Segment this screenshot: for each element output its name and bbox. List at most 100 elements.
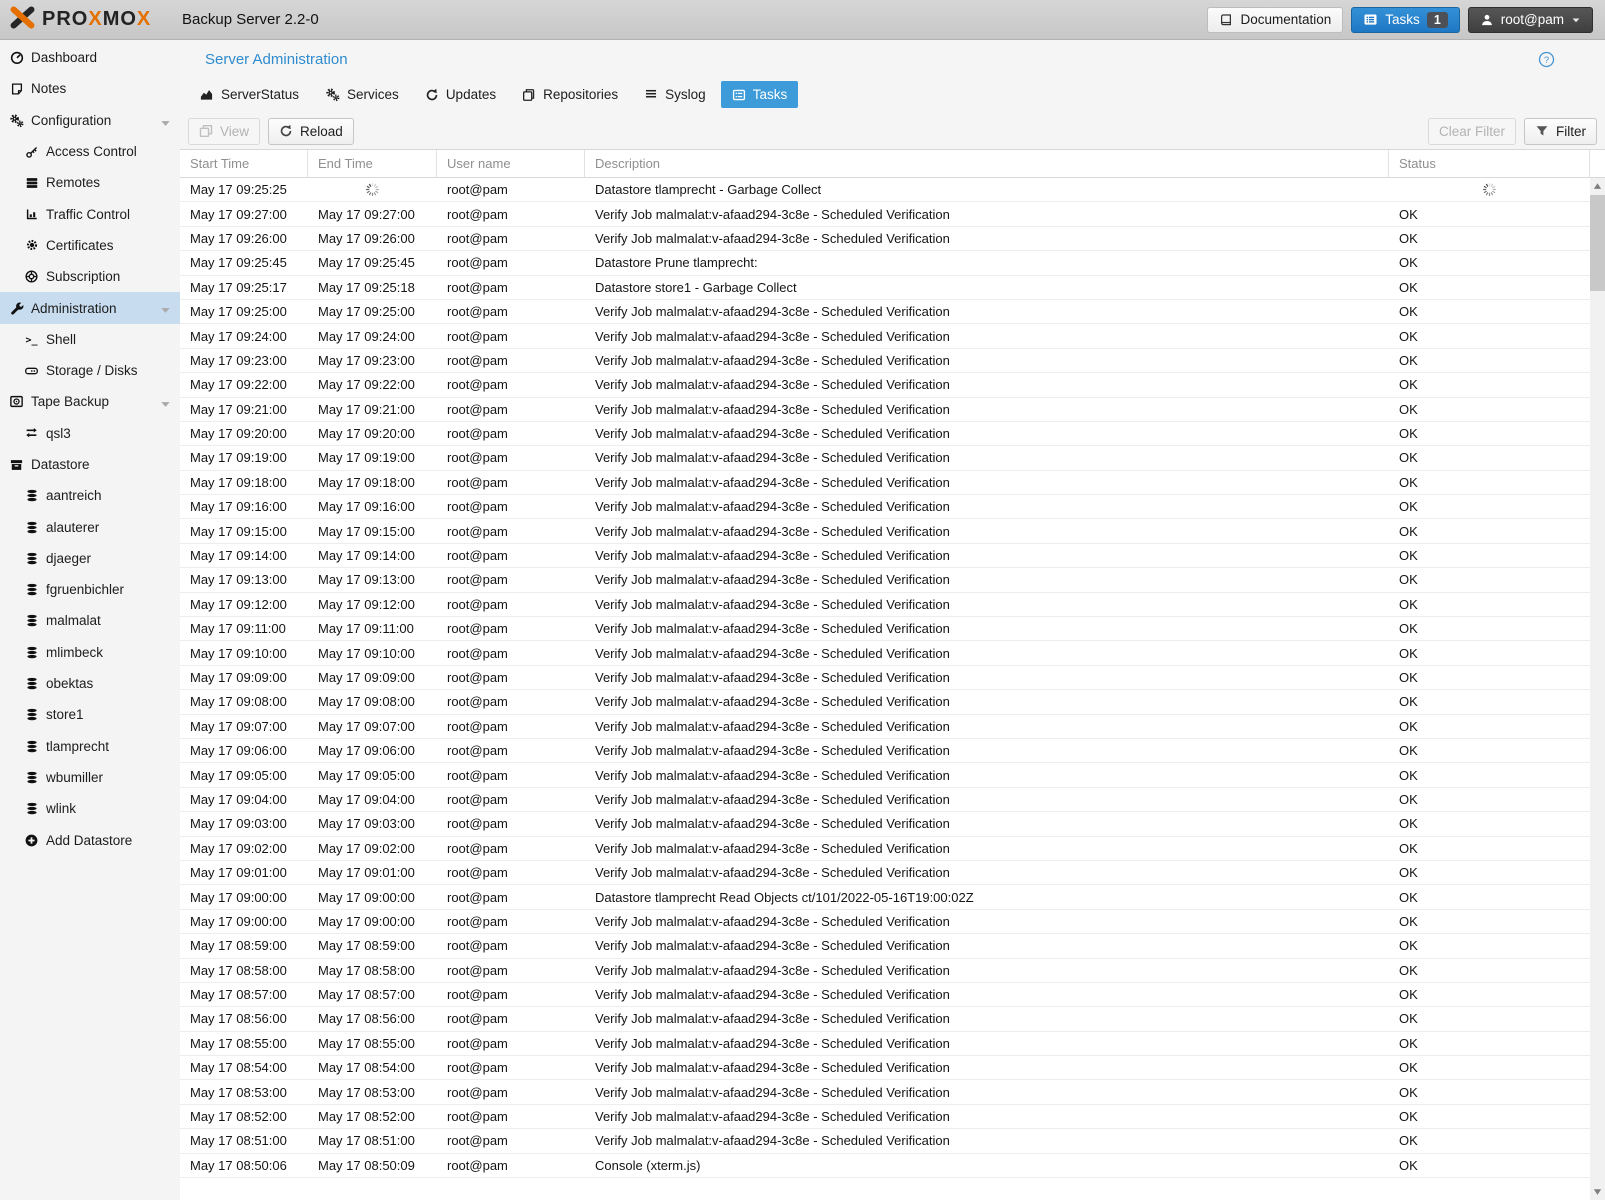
- table-row[interactable]: May 17 09:23:00 May 17 09:23:00 root@pam…: [180, 349, 1590, 374]
- sidebar-item-djaeger[interactable]: djaeger: [0, 543, 180, 574]
- cell-user-name: root@pam: [447, 1133, 508, 1149]
- table-row[interactable]: May 17 09:08:00 May 17 09:08:00 root@pam…: [180, 690, 1590, 715]
- sidebar-item-access-control[interactable]: Access Control: [0, 136, 180, 167]
- sidebar-item-malmalat[interactable]: malmalat: [0, 605, 180, 636]
- sidebar-item-store1[interactable]: store1: [0, 699, 180, 730]
- sidebar-item-fgruenbichler[interactable]: fgruenbichler: [0, 574, 180, 605]
- chevron-down-icon[interactable]: [160, 116, 171, 131]
- view-button[interactable]: View: [188, 117, 261, 145]
- table-row[interactable]: May 17 09:01:00 May 17 09:01:00 root@pam…: [180, 861, 1590, 886]
- table-row[interactable]: May 17 09:03:00 May 17 09:03:00 root@pam…: [180, 812, 1590, 837]
- tab-tasks[interactable]: Tasks: [720, 81, 799, 108]
- table-row[interactable]: May 17 09:20:00 May 17 09:20:00 root@pam…: [180, 422, 1590, 447]
- sidebar-item-qsl3[interactable]: qsl3: [0, 418, 180, 449]
- table-row[interactable]: May 17 09:11:00 May 17 09:11:00 root@pam…: [180, 617, 1590, 642]
- tasks-button[interactable]: Tasks 1: [1351, 6, 1460, 33]
- table-row[interactable]: May 17 09:27:00 May 17 09:27:00 root@pam…: [180, 202, 1590, 227]
- sidebar-item-wbumiller[interactable]: wbumiller: [0, 762, 180, 793]
- sidebar-item-datastore[interactable]: Datastore: [0, 449, 180, 480]
- table-row[interactable]: May 17 08:53:00 May 17 08:53:00 root@pam…: [180, 1080, 1590, 1105]
- sidebar-item-administration[interactable]: Administration: [0, 292, 180, 324]
- table-row[interactable]: May 17 08:50:06 May 17 08:50:09 root@pam…: [180, 1154, 1590, 1179]
- sidebar-item-mlimbeck[interactable]: mlimbeck: [0, 637, 180, 668]
- scrollbar-thumb[interactable]: [1590, 195, 1605, 291]
- table-row[interactable]: May 17 09:00:00 May 17 09:00:00 root@pam…: [180, 885, 1590, 910]
- filter-button[interactable]: Filter: [1524, 117, 1597, 145]
- tab-repositories[interactable]: Repositories: [511, 81, 629, 108]
- tab-serverstatus[interactable]: ServerStatus: [188, 81, 310, 108]
- sidebar-item-label: Traffic Control: [46, 206, 131, 222]
- table-row[interactable]: May 17 09:07:00 May 17 09:07:00 root@pam…: [180, 715, 1590, 739]
- sidebar-item-add-datastore[interactable]: Add Datastore: [0, 824, 180, 855]
- table-row[interactable]: May 17 09:24:00 May 17 09:24:00 root@pam…: [180, 324, 1590, 349]
- table-row[interactable]: May 17 08:55:00 May 17 08:55:00 root@pam…: [180, 1032, 1590, 1057]
- sidebar-item-tape-backup[interactable]: Tape Backup: [0, 386, 180, 417]
- table-row[interactable]: May 17 09:15:00 May 17 09:15:00 root@pam…: [180, 519, 1590, 544]
- table-row[interactable]: May 17 09:04:00 May 17 09:04:00 root@pam…: [180, 788, 1590, 813]
- table-row[interactable]: May 17 08:52:00 May 17 08:52:00 root@pam…: [180, 1105, 1590, 1130]
- table-row[interactable]: May 17 09:13:00 May 17 09:13:00 root@pam…: [180, 568, 1590, 593]
- table-row[interactable]: May 17 09:26:00 May 17 09:26:00 root@pam…: [180, 227, 1590, 252]
- table-row[interactable]: May 17 09:06:00 May 17 09:06:00 root@pam…: [180, 739, 1590, 764]
- table-row[interactable]: May 17 08:59:00 May 17 08:59:00 root@pam…: [180, 934, 1590, 959]
- table-row[interactable]: May 17 09:25:25 root@pam Datastore tlamp…: [180, 178, 1590, 203]
- table-row[interactable]: May 17 09:00:00 May 17 09:00:00 root@pam…: [180, 910, 1590, 935]
- table-row[interactable]: May 17 08:54:00 May 17 08:54:00 root@pam…: [180, 1056, 1590, 1081]
- table-row[interactable]: May 17 09:25:17 May 17 09:25:18 root@pam…: [180, 276, 1590, 300]
- cell-user-name: root@pam: [447, 791, 508, 807]
- table-row[interactable]: May 17 09:25:45 May 17 09:25:45 root@pam…: [180, 251, 1590, 276]
- tab-syslog[interactable]: Syslog: [633, 81, 717, 108]
- tab-services[interactable]: Services: [314, 81, 410, 108]
- sidebar-item-obektas[interactable]: obektas: [0, 668, 180, 699]
- cell-status: OK: [1399, 1060, 1418, 1076]
- scroll-up-icon[interactable]: [1590, 178, 1605, 194]
- table-row[interactable]: May 17 09:10:00 May 17 09:10:00 root@pam…: [180, 641, 1590, 666]
- table-row[interactable]: May 17 08:58:00 May 17 08:58:00 root@pam…: [180, 959, 1590, 983]
- clear-filter-button[interactable]: Clear Filter: [1427, 117, 1516, 145]
- sidebar-item-aantreich[interactable]: aantreich: [0, 480, 180, 511]
- table-row[interactable]: May 17 09:05:00 May 17 09:05:00 root@pam…: [180, 763, 1590, 788]
- sidebar-item-wlink[interactable]: wlink: [0, 793, 180, 824]
- user-menu-button[interactable]: root@pam: [1467, 6, 1593, 33]
- sidebar-item-configuration[interactable]: Configuration: [0, 105, 180, 136]
- table-row[interactable]: May 17 09:22:00 May 17 09:22:00 root@pam…: [180, 373, 1590, 398]
- table-row[interactable]: May 17 08:51:00 May 17 08:51:00 root@pam…: [180, 1129, 1590, 1154]
- column-header-status[interactable]: Status: [1389, 150, 1590, 177]
- sidebar-item-certificates[interactable]: Certificates: [0, 230, 180, 261]
- tab-updates[interactable]: Updates: [414, 81, 507, 108]
- table-row[interactable]: May 17 08:56:00 May 17 08:56:00 root@pam…: [180, 1007, 1590, 1032]
- column-header-description[interactable]: Description: [585, 150, 1389, 177]
- table-row[interactable]: May 17 09:21:00 May 17 09:21:00 root@pam…: [180, 398, 1590, 422]
- column-header-user-name[interactable]: User name: [437, 150, 585, 177]
- sidebar-item-dashboard[interactable]: Dashboard: [0, 42, 180, 73]
- documentation-button[interactable]: Documentation: [1207, 6, 1344, 33]
- cell-start-time: May 17 09:25:00: [190, 304, 287, 320]
- cell-user-name: root@pam: [447, 401, 508, 417]
- reload-button[interactable]: Reload: [268, 117, 354, 145]
- help-icon[interactable]: ?: [1538, 51, 1555, 73]
- table-row[interactable]: May 17 09:12:00 May 17 09:12:00 root@pam…: [180, 593, 1590, 618]
- sidebar-item-remotes[interactable]: Remotes: [0, 167, 180, 198]
- table-row[interactable]: May 17 09:16:00 May 17 09:16:00 root@pam…: [180, 495, 1590, 520]
- table-row[interactable]: May 17 09:09:00 May 17 09:09:00 root@pam…: [180, 666, 1590, 691]
- scroll-down-icon[interactable]: [1590, 1184, 1605, 1200]
- sidebar-item-shell[interactable]: >_ Shell: [0, 324, 180, 355]
- sidebar-item-alauterer[interactable]: alauterer: [0, 511, 180, 542]
- table-row[interactable]: May 17 09:18:00 May 17 09:18:00 root@pam…: [180, 471, 1590, 496]
- chevron-down-icon[interactable]: [160, 397, 171, 412]
- cell-description: Verify Job malmalat:v-afaad294-3c8e - Sc…: [595, 670, 950, 685]
- table-row[interactable]: May 17 08:57:00 May 17 08:57:00 root@pam…: [180, 983, 1590, 1008]
- column-header-end-time[interactable]: End Time: [308, 150, 437, 177]
- sidebar-item-notes[interactable]: Notes: [0, 73, 180, 104]
- sidebar-item-traffic-control[interactable]: Traffic Control: [0, 198, 180, 229]
- sidebar-item-subscription[interactable]: Subscription: [0, 261, 180, 292]
- table-row[interactable]: May 17 09:02:00 May 17 09:02:00 root@pam…: [180, 837, 1590, 861]
- chevron-down-icon[interactable]: [160, 303, 171, 318]
- column-header-start-time[interactable]: Start Time: [180, 150, 308, 177]
- table-row[interactable]: May 17 09:19:00 May 17 09:19:00 root@pam…: [180, 446, 1590, 471]
- sidebar-item-storage-disks[interactable]: Storage / Disks: [0, 355, 180, 386]
- sidebar-item-tlamprecht[interactable]: tlamprecht: [0, 731, 180, 762]
- table-row[interactable]: May 17 09:14:00 May 17 09:14:00 root@pam…: [180, 544, 1590, 569]
- vertical-scrollbar[interactable]: [1590, 178, 1605, 1200]
- table-row[interactable]: May 17 09:25:00 May 17 09:25:00 root@pam…: [180, 300, 1590, 325]
